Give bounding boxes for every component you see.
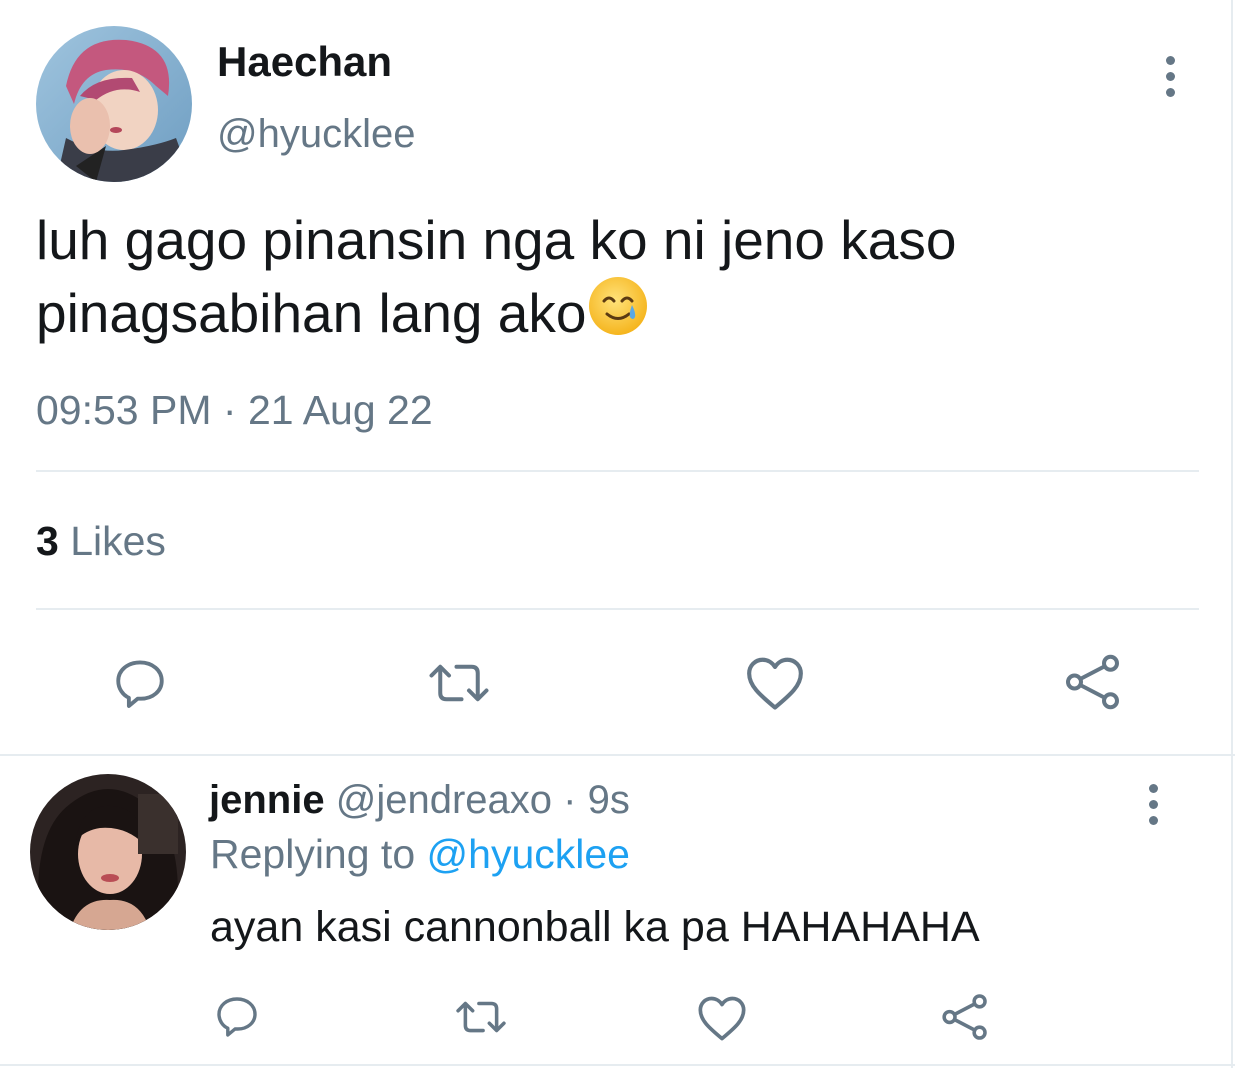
likes-label: Likes — [70, 518, 166, 564]
share-icon[interactable] — [1063, 652, 1123, 712]
tweet-time: 09:53 PM — [36, 387, 212, 433]
reply-share-icon[interactable] — [940, 992, 990, 1042]
reply-icon[interactable] — [111, 654, 169, 712]
reply-header: jennie @jendreaxo · 9s — [209, 778, 630, 823]
section-divider — [0, 754, 1235, 756]
likes-count: 3 — [36, 518, 59, 564]
reply-author-avatar[interactable] — [30, 774, 186, 930]
tweet-timestamp[interactable]: 09:53 PM · 21 Aug 22 — [36, 387, 433, 434]
reply-heart-icon[interactable] — [696, 994, 748, 1042]
replying-to-handle-link[interactable]: @hyucklee — [427, 831, 630, 877]
reply-retweet-icon[interactable] — [453, 992, 509, 1042]
bottom-divider — [0, 1064, 1235, 1066]
timestamp-separator: · — [222, 387, 237, 433]
replying-to: Replying to @hyucklee — [210, 831, 630, 878]
author-avatar[interactable] — [36, 26, 192, 182]
reply-age[interactable]: 9s — [588, 778, 630, 822]
replying-to-label: Replying to — [210, 831, 416, 877]
reply-text: ayan kasi cannonball ka pa HAHAHAHA — [210, 903, 980, 951]
likes-stat[interactable]: 3 Likes — [36, 518, 166, 565]
smiling-face-with-tear-icon — [586, 274, 650, 353]
right-edge-border — [1231, 0, 1233, 1068]
tweet-body: luh gago pinansin nga ko ni jeno kaso pi… — [36, 206, 1096, 353]
divider — [36, 470, 1199, 472]
tweet-text: luh gago pinansin nga ko ni jeno kaso pi… — [36, 209, 957, 344]
reply-more-options-icon[interactable] — [1147, 784, 1159, 825]
divider — [36, 608, 1199, 610]
author-name[interactable]: Haechan — [217, 38, 392, 86]
tweet-date: 21 Aug 22 — [247, 387, 433, 433]
reply-author-handle[interactable]: @jendreaxo — [336, 778, 552, 822]
more-options-icon[interactable] — [1164, 56, 1176, 97]
retweet-icon[interactable] — [426, 653, 492, 713]
reply-author-name[interactable]: jennie — [209, 778, 325, 822]
reply-reply-icon[interactable] — [213, 992, 261, 1040]
reply-separator: · — [563, 778, 577, 822]
heart-icon[interactable] — [744, 654, 806, 712]
author-handle[interactable]: @hyucklee — [217, 112, 415, 157]
